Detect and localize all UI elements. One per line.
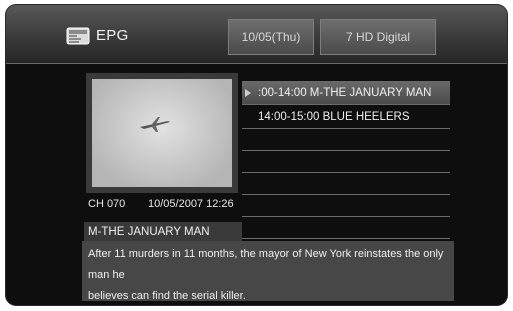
current-datetime: 10/05/2007 12:26 [148, 198, 234, 210]
program-label: :00-14:00 M-THE JANUARY MAN [258, 87, 432, 99]
program-row[interactable] [242, 195, 450, 217]
channel-button[interactable]: 7 HD Digital [320, 19, 436, 55]
program-row[interactable]: :00-14:00 M-THE JANUARY MAN [242, 81, 450, 105]
airplane-thumbnail [140, 117, 170, 132]
description-line: believes can find the serial killer. [88, 290, 246, 302]
program-row[interactable]: 14:00-15:00 BLUE HEELERS [242, 105, 450, 129]
date-button[interactable]: 10/05(Thu) [228, 19, 314, 55]
program-description: After 11 murders in 11 months, the mayor… [82, 241, 454, 302]
epg-screen: EPG 10/05(Thu) 7 HD Digital CH 070 10/05… [6, 5, 507, 305]
page-title: EPG [96, 27, 129, 44]
tv-guide-icon [66, 27, 90, 45]
program-row[interactable] [242, 151, 450, 173]
selection-arrow-icon [245, 89, 251, 97]
program-row[interactable] [242, 217, 450, 239]
program-label: 14:00-15:00 BLUE HEELERS [258, 111, 410, 123]
program-title: M-THE JANUARY MAN [84, 222, 242, 242]
preview-image [92, 79, 232, 187]
program-row[interactable] [242, 173, 450, 195]
epg-header: EPG 10/05(Thu) 7 HD Digital [6, 5, 507, 64]
channel-number: CH 070 [88, 198, 126, 210]
program-preview [86, 73, 238, 193]
program-row[interactable] [242, 129, 450, 151]
program-list: :00-14:00 M-THE JANUARY MAN 14:00-15:00 … [242, 81, 450, 239]
tv-frame: EPG 10/05(Thu) 7 HD Digital CH 070 10/05… [0, 0, 513, 311]
description-line: After 11 murders in 11 months, the mayor… [88, 248, 444, 281]
